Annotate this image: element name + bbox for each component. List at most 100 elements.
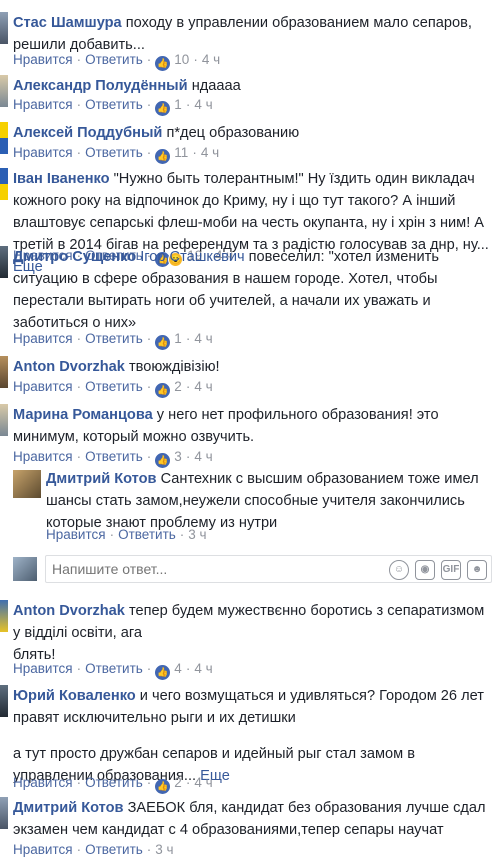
comment-author[interactable]: Іван Іваненко [13, 171, 110, 187]
comment-author[interactable]: Стас Шамшура [13, 15, 122, 31]
reply-input-wrapper: ☺ ◉ GIF ☻ [45, 555, 492, 583]
comment-author[interactable]: Дмитрий Котов [13, 800, 124, 816]
comment-author[interactable]: Anton Dvorzhak [13, 603, 125, 619]
comment-author[interactable]: Дмитрий Котов [46, 471, 157, 487]
reply-button[interactable]: Ответить [85, 331, 143, 346]
thumbs-up-icon: 👍 [155, 101, 171, 116]
avatar[interactable] [0, 404, 8, 436]
avatar[interactable] [0, 797, 8, 829]
comment-body: Дмитрий Котов ЗАЕБОК бля, кандидат без о… [13, 797, 492, 841]
comment-body: Стас Шамшура походу в управлении образов… [13, 12, 492, 56]
like-button[interactable]: Нравится [13, 145, 73, 160]
timestamp[interactable]: 4 ч [194, 331, 212, 346]
thumbs-up-icon: 👍 [155, 665, 171, 680]
mention-link[interactable]: Ігор Сташкевич [140, 249, 244, 265]
comment-author[interactable]: Дмитро Сущенко [13, 249, 136, 265]
like-button[interactable]: Нравится [46, 527, 106, 542]
like-button[interactable]: Нравится [13, 775, 73, 790]
comment-actions: Нравится · Ответить · 👍 10 · 4 ч [13, 51, 220, 71]
reply-button[interactable]: Ответить [85, 97, 143, 112]
reaction-count[interactable]: 10 [174, 52, 189, 67]
like-button[interactable]: Нравится [13, 449, 73, 464]
reaction-count[interactable]: 4 [174, 661, 182, 676]
timestamp[interactable]: 3 ч [188, 527, 206, 542]
reply-button[interactable]: Ответить [85, 145, 143, 160]
smiley-icon[interactable]: ☺ [389, 560, 409, 580]
comment-actions: Нравится · Ответить · 👍 3 · 4 ч [13, 448, 213, 468]
comment-body: Anton Dvorzhak тепер будем мужествєнно б… [13, 600, 492, 666]
timestamp[interactable]: 4 ч [194, 449, 212, 464]
like-button[interactable]: Нравится [13, 97, 73, 112]
comment-text: твоюждівізію! [128, 359, 220, 375]
comment-body: Марина Романцова у него нет профильного … [13, 404, 492, 448]
reply-button[interactable]: Ответить [85, 52, 143, 67]
comment-actions: Нравится · Ответить · 👍 1 · 4 ч [13, 330, 213, 350]
avatar[interactable] [0, 356, 8, 388]
avatar[interactable] [0, 600, 8, 632]
thumbs-up-icon: 👍 [155, 383, 171, 398]
reaction-count[interactable]: 11 [174, 145, 188, 160]
reaction-count[interactable]: 3 [174, 449, 182, 464]
avatar[interactable] [0, 75, 8, 107]
comment-body: Юрий Коваленко и чего возмущаться и удив… [13, 685, 492, 787]
comment-author[interactable]: Марина Романцова [13, 407, 153, 423]
timestamp[interactable]: 4 ч [201, 145, 219, 160]
comment-actions: Нравится · Ответить · 3 ч [13, 842, 174, 857]
avatar [13, 557, 37, 581]
avatar[interactable] [0, 246, 8, 278]
reaction-count[interactable]: 2 [174, 379, 182, 394]
like-button[interactable]: Нравится [13, 52, 73, 67]
avatar[interactable] [0, 12, 8, 44]
reply-button[interactable]: Ответить [85, 661, 143, 676]
thumbs-up-icon: 👍 [155, 453, 171, 468]
sticker-icon[interactable]: ☻ [467, 560, 487, 580]
timestamp[interactable]: 4 ч [202, 52, 220, 67]
comment-actions: Нравится · Ответить · 👍 11 · 4 ч [13, 144, 219, 164]
timestamp[interactable]: 4 ч [194, 97, 212, 112]
reply-button[interactable]: Ответить [118, 527, 176, 542]
comment-actions: Нравится · Ответить · 3 ч [46, 527, 207, 542]
reply-input[interactable] [52, 560, 352, 578]
comment-author[interactable]: Anton Dvorzhak [13, 359, 125, 375]
reaction-count[interactable]: 1 [174, 331, 182, 346]
comment-actions: Нравится · Ответить · 👍 4 · 4 ч [13, 660, 213, 680]
comment-actions: Нравится · Ответить · 👍 2 · 4 ч [13, 378, 213, 398]
comment-body: Anton Dvorzhak твоюждівізію! [13, 356, 492, 378]
avatar[interactable] [0, 168, 8, 200]
thumbs-up-icon: 👍 [155, 149, 171, 164]
comment-body: Александр Полудённый ндаааа [13, 75, 492, 97]
like-button[interactable]: Нравится [13, 842, 73, 857]
reply-button[interactable]: Ответить [85, 449, 143, 464]
gif-icon[interactable]: GIF [441, 560, 461, 580]
reply-button[interactable]: Ответить [85, 379, 143, 394]
camera-icon[interactable]: ◉ [415, 560, 435, 580]
comment-text: п*дец образованию [166, 125, 300, 141]
comment-actions: Нравится · Ответить · 👍 2 · 4 ч [13, 774, 213, 794]
comment-author[interactable]: Александр Полудённый [13, 78, 188, 94]
thumbs-up-icon: 👍 [155, 335, 171, 350]
comment-body: Дмитро Сущенко Ігор Сташкевич повеселил:… [13, 246, 492, 334]
comment-body: Дмитрий Котов Сантехник с высшим образов… [46, 468, 492, 534]
reply-button[interactable]: Ответить [85, 775, 143, 790]
reply-button[interactable]: Ответить [85, 842, 143, 857]
timestamp[interactable]: 4 ч [194, 379, 212, 394]
comment-author[interactable]: Юрий Коваленко [13, 688, 136, 704]
reaction-count[interactable]: 2 [174, 775, 182, 790]
timestamp[interactable]: 4 ч [194, 775, 212, 790]
reply-box: ☺ ◉ GIF ☻ [13, 555, 492, 583]
thumbs-up-icon: 👍 [155, 779, 171, 794]
comment-text: ндаааа [191, 78, 241, 94]
like-button[interactable]: Нравится [13, 379, 73, 394]
reply-icons: ☺ ◉ GIF ☻ [383, 559, 487, 580]
thumbs-up-icon: 👍 [155, 56, 171, 71]
timestamp[interactable]: 4 ч [194, 661, 212, 676]
comment-author[interactable]: Алексей Поддубный [13, 125, 162, 141]
avatar[interactable] [0, 122, 8, 154]
avatar[interactable] [13, 470, 41, 498]
avatar[interactable] [0, 685, 8, 717]
like-button[interactable]: Нравится [13, 331, 73, 346]
reaction-count[interactable]: 1 [174, 97, 182, 112]
timestamp[interactable]: 3 ч [155, 842, 173, 857]
comment-body: Алексей Поддубный п*дец образованию [13, 122, 492, 144]
like-button[interactable]: Нравится [13, 661, 73, 676]
